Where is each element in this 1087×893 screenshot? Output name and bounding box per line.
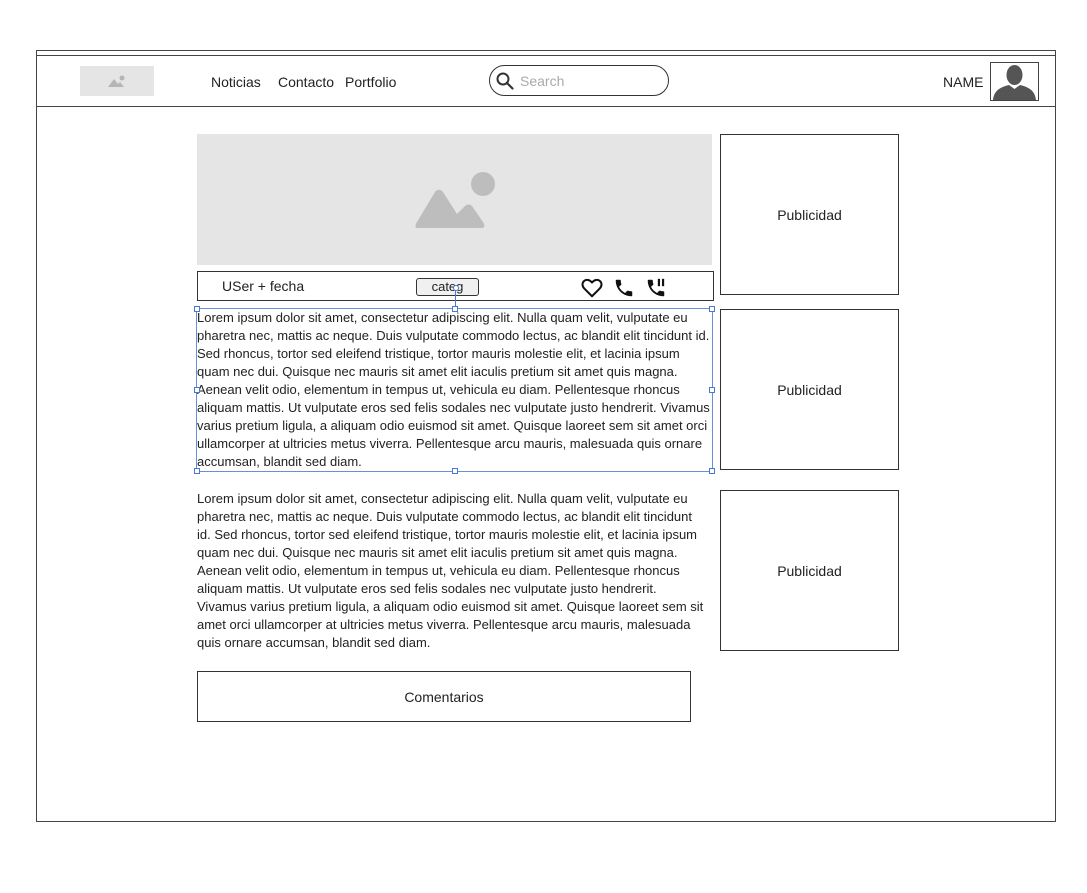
logo-image-placeholder[interactable] [80, 66, 154, 96]
selection-handle[interactable] [709, 468, 715, 474]
article-paragraph-selected[interactable]: Lorem ipsum dolor sit amet, consectetur … [196, 308, 713, 472]
page-frame: Noticias Contacto Portfolio NAME USer + … [36, 50, 1056, 822]
hero-image-placeholder [197, 134, 712, 265]
selection-handle[interactable] [452, 468, 458, 474]
ad-label: Publicidad [777, 381, 842, 398]
article-paragraph: Lorem ipsum dolor sit amet, consectetur … [197, 490, 709, 652]
article-text: Lorem ipsum dolor sit amet, consectetur … [197, 491, 704, 650]
search-icon [496, 72, 514, 90]
phone-call-icon[interactable] [645, 277, 667, 299]
selection-handle[interactable] [194, 387, 200, 393]
top-border-line [37, 55, 1055, 56]
image-icon [108, 75, 125, 87]
selection-handle[interactable] [194, 306, 200, 312]
selection-handle[interactable] [709, 387, 715, 393]
category-button[interactable]: categ [416, 278, 479, 296]
post-author-date: USer + fecha [222, 278, 305, 294]
search-input[interactable] [518, 71, 662, 90]
header-divider [37, 106, 1055, 107]
selection-handle[interactable] [709, 306, 715, 312]
nav-item-portfolio[interactable]: Portfolio [345, 74, 396, 90]
comments-label: Comentarios [404, 688, 484, 705]
selection-handle[interactable] [194, 468, 200, 474]
phone-icon[interactable] [613, 277, 635, 299]
ad-box[interactable]: Publicidad [720, 134, 899, 295]
article-text: Lorem ipsum dolor sit amet, consectetur … [197, 310, 710, 469]
nav-item-contacto[interactable]: Contacto [278, 74, 334, 90]
user-name: NAME [943, 74, 984, 90]
heart-icon[interactable] [581, 277, 603, 299]
ad-box[interactable]: Publicidad [720, 309, 899, 470]
ad-label: Publicidad [777, 562, 842, 579]
image-icon [415, 171, 495, 228]
avatar[interactable] [990, 62, 1039, 101]
comments-section[interactable]: Comentarios [197, 671, 691, 722]
ad-label: Publicidad [777, 206, 842, 223]
ad-box[interactable]: Publicidad [720, 490, 899, 651]
user-silhouette-icon [993, 65, 1036, 100]
selection-handle[interactable] [452, 306, 458, 312]
nav-item-noticias[interactable]: Noticias [211, 74, 261, 90]
search-box[interactable] [489, 65, 669, 96]
selection-handle[interactable] [453, 285, 459, 291]
